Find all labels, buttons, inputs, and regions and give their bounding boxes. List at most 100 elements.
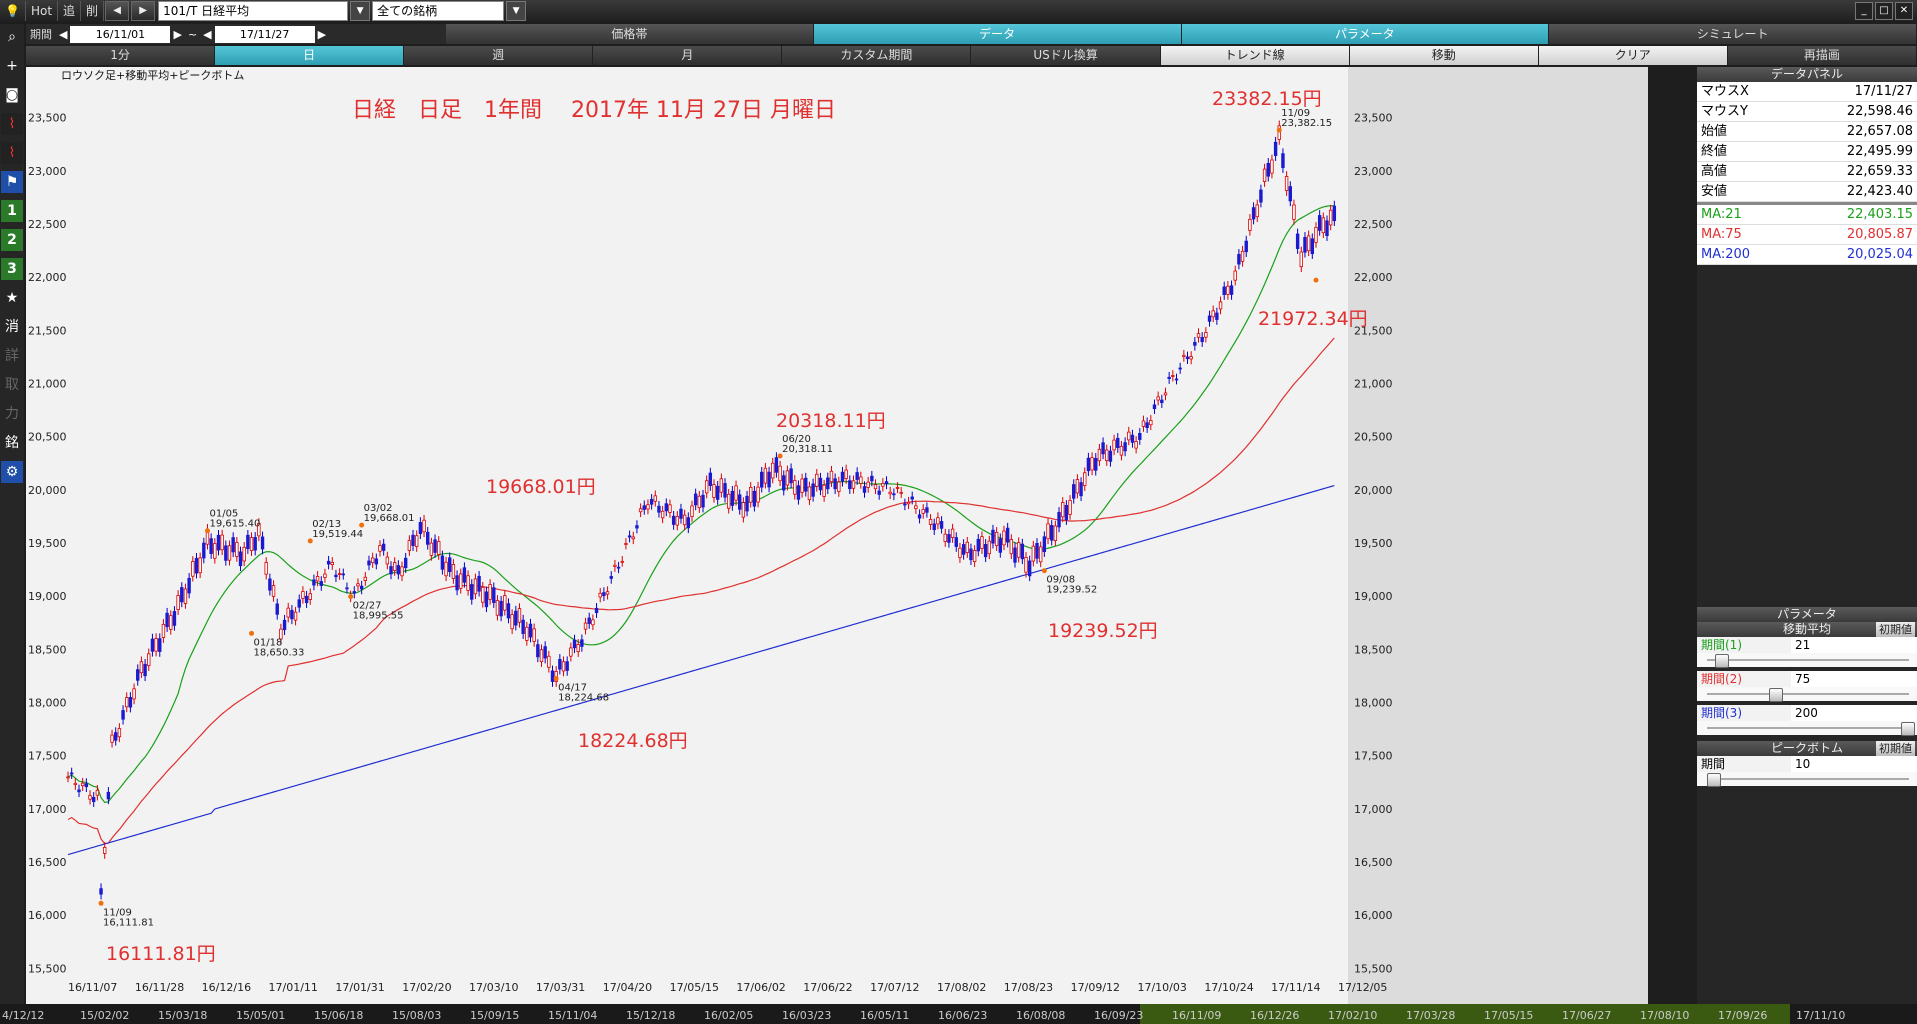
tab2-2[interactable]: 週 [404,46,594,65]
tab2-4[interactable]: カスタム期間 [782,46,972,65]
p1-slider[interactable] [1697,653,1917,668]
tab2-3[interactable]: 月 [593,46,783,65]
candle-body [1079,482,1083,497]
price-chart[interactable]: 15,500 15,500 16,000 16,000 16,500 16,500 17,0… [26,67,1648,1004]
x-tick-label: 17/09/12 [1071,981,1120,994]
chevron-down-icon[interactable]: ▼ [506,1,527,21]
p1-input[interactable]: 21 [1791,637,1917,653]
search-icon[interactable]: ⌕ [1,26,23,48]
line-chart-icon[interactable]: ⌇ [1,113,23,135]
candle-body [172,611,177,626]
candle-body [771,462,775,479]
gear-icon[interactable]: ⚙ [1,461,23,483]
close-icon[interactable]: ✕ [1895,2,1913,20]
candle-body [1042,536,1047,553]
universe-field[interactable]: 全ての銘柄 [372,1,505,21]
candle-body [213,543,217,559]
candle-body [565,661,569,671]
candle-body [1325,220,1329,237]
prev-date2-button[interactable]: ◀ [200,28,214,41]
date-to-field[interactable]: 17/11/27 [214,25,315,43]
candle-body [686,517,691,529]
tab2-0[interactable]: 1分 [26,46,216,65]
p2-slider[interactable] [1697,687,1917,702]
x-tick-label: 17/11/14 [1271,981,1320,994]
delete-button[interactable]: 削 [81,1,105,21]
candle-body [106,791,111,800]
candle-body [1240,250,1245,262]
side-button-11[interactable]: 詳 [1,345,23,367]
crosshair-icon[interactable]: + [1,55,23,77]
candle-body [1138,433,1142,440]
pb-input[interactable]: 10 [1791,756,1917,772]
symbol-field[interactable]: 101/T 日経平均 [158,1,349,21]
p2-label: 期間(2) [1697,671,1791,687]
overview-tick: 17/02/10 [1328,1009,1377,1022]
minimize-icon[interactable]: _ [1855,2,1873,20]
candle-body [785,470,790,486]
p3-slider[interactable] [1697,721,1917,736]
candle-body [407,540,412,551]
candle-body [958,547,962,559]
ma-reset-button[interactable]: 初期値 [1876,622,1915,637]
data-key: マウスY [1701,104,1748,119]
side-button-6[interactable]: 1 [1,200,23,222]
tab2-8[interactable]: クリア [1538,46,1728,65]
side-button-8[interactable]: 3 [1,258,23,280]
candle-body [345,587,349,590]
pb-slider[interactable] [1697,772,1917,787]
next-date-button[interactable]: ▶ [170,28,184,41]
candle-body [264,562,268,575]
side-button-13[interactable]: 力 [1,403,23,425]
side-button-10[interactable]: 消 [1,316,23,338]
candle-body [1303,237,1307,253]
p3-input[interactable]: 200 [1791,705,1917,721]
candle-body [235,541,239,557]
side-button-12[interactable]: 取 [1,374,23,396]
candle-body [679,508,683,519]
candle-body [1005,527,1010,543]
pb-reset-button[interactable]: 初期値 [1876,741,1915,756]
tab2-9[interactable]: 再描画 [1727,46,1917,65]
candle-body [1204,332,1208,338]
hot-button[interactable]: Hot [26,1,59,21]
prev-symbol-button[interactable]: ◀ [105,1,130,21]
data-row: 始値 22,657.08 [1697,122,1917,142]
next-symbol-button[interactable]: ▶ [131,1,156,21]
candle-body [359,585,364,590]
overview-scrollbar[interactable]: 4/12/12 15/02/02 15/03/18 15/05/01 15/06/18 1… [0,1004,1917,1024]
tab-2[interactable]: パラメータ [1181,24,1550,44]
candle-body [418,522,423,535]
data-row: マウスX 17/11/27 [1697,82,1917,102]
chart-subtitle: ロウソク足+移動平均+ピークボトム [61,68,244,82]
candle-body [330,562,334,565]
p2-input[interactable]: 75 [1791,671,1917,687]
tab-0[interactable]: 価格帯 [446,24,814,44]
prev-date-button[interactable]: ◀ [56,28,70,41]
tab2-6[interactable]: トレンド線 [1160,46,1350,65]
side-button-9[interactable]: ★ [1,287,23,309]
peak-value: 16,111.81 [103,917,154,928]
camera-icon[interactable]: ◙ [1,84,23,106]
tab2-1[interactable]: 日 [215,46,405,65]
next-date2-button[interactable]: ▶ [315,28,329,41]
tab-1[interactable]: データ [813,24,1182,44]
candle-body [1292,204,1296,220]
tab2-7[interactable]: 移動 [1349,46,1539,65]
data-key: 終値 [1701,144,1728,159]
candle-body [635,525,639,529]
flag-icon[interactable]: ⚑ [1,171,23,193]
chevron-down-icon[interactable]: ▼ [350,1,371,21]
tab2-5[interactable]: USドル換算 [971,46,1161,65]
candle-body [1295,233,1300,249]
candle-body [91,796,96,803]
tab-3[interactable]: シミュレート [1549,24,1917,44]
candle-body [1310,238,1315,255]
side-button-7[interactable]: 2 [1,229,23,251]
date-from-field[interactable]: 16/11/01 [70,25,171,43]
side-button-14[interactable]: 銘 [1,432,23,454]
overview-tick: 16/11/09 [1172,1009,1221,1022]
maximize-icon[interactable]: □ [1875,2,1893,20]
add-button[interactable]: 追 [58,1,82,21]
line-chart-icon[interactable]: ⌇ [1,142,23,164]
